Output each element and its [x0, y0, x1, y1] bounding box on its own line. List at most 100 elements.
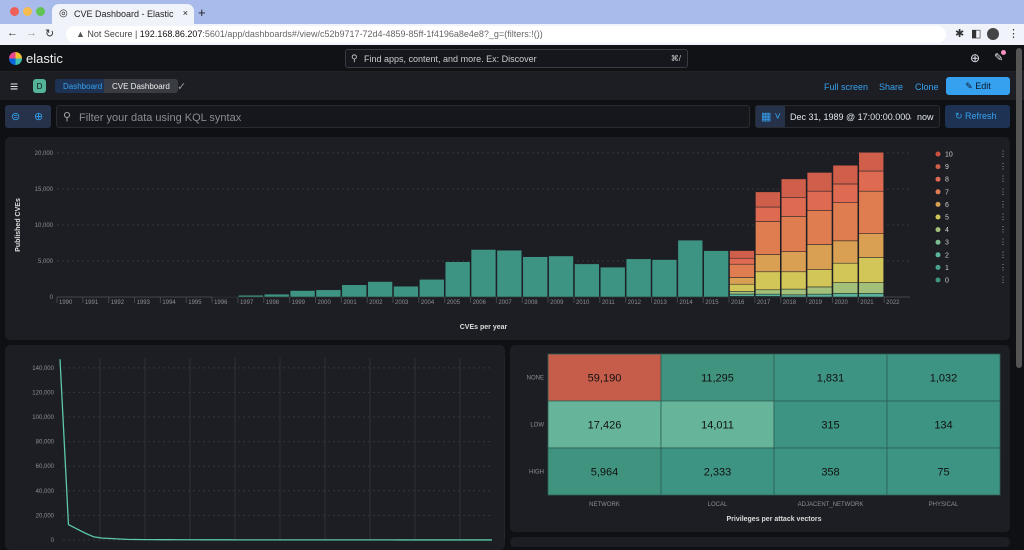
filter-controls: ⊜ ⊕	[5, 105, 51, 128]
cves-per-year-panel: 05,00010,00015,00020,0001990199119921993…	[5, 137, 1010, 340]
bar-segment	[781, 216, 806, 251]
url-host: 192.168.86.207	[140, 29, 203, 39]
bar-segment	[859, 152, 884, 171]
page-scrollbar[interactable]	[1016, 48, 1022, 368]
x-tick-label: 1993	[137, 300, 151, 306]
bar-segment	[755, 255, 780, 272]
close-window-button[interactable]	[10, 7, 19, 16]
bar-segment	[807, 294, 832, 297]
space-avatar[interactable]: D	[33, 79, 46, 93]
bar-segment	[781, 252, 806, 272]
time-start[interactable]: Dec 31, 1989 @ 17:00:00.000	[790, 112, 910, 122]
add-filter-icon[interactable]: ⊕	[34, 110, 43, 123]
sidebar-icon[interactable]: ◧	[971, 27, 981, 40]
x-tick-label: 1990	[59, 300, 73, 306]
extensions-icon[interactable]: ✱	[955, 27, 964, 40]
global-search-input[interactable]: ⚲ Find apps, content, and more. Ex: Disc…	[345, 49, 688, 68]
clone-link[interactable]: Clone	[915, 82, 939, 92]
bar-segment	[368, 282, 393, 297]
edit-button[interactable]: ✎ Edit	[946, 77, 1010, 95]
new-tab-button[interactable]: +	[198, 5, 206, 20]
x-tick-label: 2009	[550, 300, 564, 306]
bar-segment	[678, 240, 703, 297]
search-icon: ⚲	[351, 53, 358, 64]
saved-check-icon: ✓	[177, 80, 186, 93]
row-label: LOW	[530, 423, 544, 429]
bar-segment	[471, 249, 496, 297]
legend-options-icon[interactable]: ⋮	[999, 162, 1007, 171]
legend-label: 1	[945, 265, 949, 272]
bar-segment	[755, 272, 780, 290]
time-end[interactable]: now	[917, 112, 934, 122]
calendar-icon[interactable]: ▦ ˅	[756, 106, 785, 127]
share-link[interactable]: Share	[879, 82, 903, 92]
reload-icon[interactable]: ↻	[45, 27, 54, 40]
cell-value: 17,426	[588, 420, 622, 432]
bar-segment	[497, 250, 522, 297]
profile-avatar[interactable]	[987, 28, 999, 40]
bar-segment	[859, 234, 884, 258]
y-tick-label: 60,000	[36, 464, 55, 470]
bar-segment	[549, 256, 574, 297]
menu-icon[interactable]: ⋮	[1008, 27, 1019, 40]
full-screen-link[interactable]: Full screen	[824, 82, 868, 92]
legend-options-icon[interactable]: ⋮	[999, 263, 1007, 272]
arrow-icon: →	[903, 111, 914, 123]
legend-options-icon[interactable]: ⋮	[999, 238, 1007, 247]
cell-value: 134	[934, 420, 952, 432]
legend-options-icon[interactable]: ⋮	[999, 250, 1007, 259]
close-tab-icon[interactable]: ×	[183, 8, 188, 18]
search-placeholder: Find apps, content, and more. Ex: Discov…	[364, 54, 537, 64]
bar-segment	[730, 264, 755, 277]
x-tick-label: 2003	[395, 300, 409, 306]
menu-toggle-icon[interactable]: ≡	[10, 78, 18, 94]
legend-swatch	[936, 278, 941, 283]
breadcrumb-dashboard[interactable]: Dashboard	[55, 79, 110, 93]
minimize-window-button[interactable]	[23, 7, 32, 16]
elastic-logo-icon[interactable]	[9, 52, 22, 65]
heatmap-title: Privileges per attack vectors	[727, 516, 822, 523]
bar-segment	[833, 283, 858, 294]
bar-segment	[238, 295, 263, 297]
cell-value: 358	[821, 467, 839, 479]
legend-options-icon[interactable]: ⋮	[999, 150, 1007, 159]
bar-segment	[730, 277, 755, 284]
legend-options-icon[interactable]: ⋮	[999, 175, 1007, 184]
url-field[interactable]: ▲ Not Secure | 192.168.86.207:5601/app/d…	[66, 26, 946, 43]
maximize-window-button[interactable]	[36, 7, 45, 16]
bar-segment	[445, 262, 470, 297]
back-icon[interactable]: ←	[7, 27, 18, 39]
legend-options-icon[interactable]: ⋮	[999, 187, 1007, 196]
time-picker[interactable]: ▦ ˅ Dec 31, 1989 @ 17:00:00.000 → now	[755, 105, 940, 128]
heatmap-panel: NONE59,19011,2951,8311,032LOW17,42614,01…	[510, 345, 1010, 532]
x-tick-label: 1995	[188, 300, 202, 306]
y-tick-label: 15,000	[35, 187, 54, 193]
legend-options-icon[interactable]: ⋮	[999, 276, 1007, 285]
legend-swatch	[936, 252, 941, 257]
bar-segment	[833, 241, 858, 263]
security-label: Not Secure	[87, 29, 132, 39]
legend-options-icon[interactable]: ⋮	[999, 225, 1007, 234]
elastic-logo-text[interactable]: elastic	[26, 51, 63, 66]
browser-tab[interactable]: ◎ CVE Dashboard - Elastic ×	[52, 4, 194, 24]
bar-segment	[626, 259, 651, 297]
legend-label: 0	[945, 278, 949, 285]
legend-options-icon[interactable]: ⋮	[999, 200, 1007, 209]
bar-segment	[833, 184, 858, 203]
x-tick-label: 2001	[343, 300, 357, 306]
help-icon[interactable]: ⊕	[970, 51, 980, 65]
cell-value: 14,011	[701, 420, 734, 432]
bar-segment	[807, 172, 832, 191]
bar-segment	[600, 267, 625, 297]
bar-segment	[574, 264, 599, 297]
y-tick-label: 0	[51, 538, 55, 544]
x-tick-label: 2021	[860, 300, 874, 306]
legend-options-icon[interactable]: ⋮	[999, 213, 1007, 222]
saved-query-icon[interactable]: ⊜	[11, 110, 20, 123]
forward-icon[interactable]: →	[26, 27, 37, 39]
legend-swatch	[936, 189, 941, 194]
kql-query-input[interactable]: ⚲ Filter your data using KQL syntax	[56, 105, 750, 128]
legend-swatch	[936, 152, 941, 157]
refresh-button[interactable]: ↻ Refresh	[945, 105, 1010, 128]
bar-segment	[342, 285, 367, 297]
